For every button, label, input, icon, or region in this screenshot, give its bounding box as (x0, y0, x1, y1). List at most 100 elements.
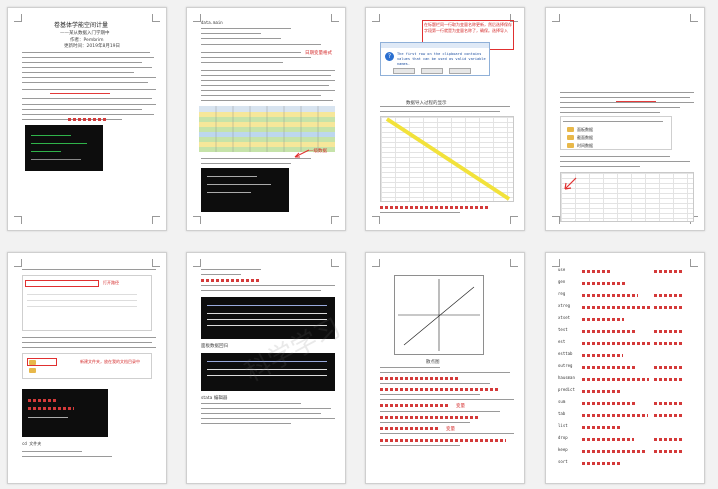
text-line (380, 111, 500, 112)
code-line: drop (558, 435, 698, 445)
crop-mark (690, 259, 698, 267)
explorer-item: 截面数据 (577, 135, 593, 140)
code-line: gen (558, 279, 698, 289)
dialog-button[interactable] (421, 68, 443, 74)
diagonal-highlight (385, 117, 511, 201)
text-line (380, 394, 480, 395)
underline-wavy (380, 388, 500, 391)
text-line (22, 52, 150, 53)
code-line: sort (558, 459, 698, 469)
underline-wavy (28, 399, 58, 402)
underline-wavy (582, 402, 635, 405)
import-confirm-dialog[interactable]: ? The first row on the clipboard contain… (380, 42, 490, 76)
annotation-label: 变量 (446, 427, 455, 432)
annotation-label: 变量 (456, 404, 465, 409)
underline-wavy (654, 306, 684, 309)
underline-wavy (654, 270, 684, 273)
text-line (380, 422, 470, 423)
document-page-4[interactable]: 面板数据 截面数据 时间数据 (545, 7, 705, 231)
figure-caption: 散点图 (426, 360, 440, 365)
text-line (380, 445, 460, 446)
document-page-2[interactable]: data.main 日期变量格式 一级数据 (186, 7, 346, 231)
document-page-8[interactable]: use gen reg xtreg xtset test est esttab outreg ha… (545, 252, 705, 484)
underline-wavy (380, 377, 460, 380)
crop-mark (372, 259, 380, 267)
folder-highlight (27, 358, 57, 366)
underline-wavy (380, 439, 506, 442)
code-keyword: esttab (558, 351, 573, 356)
code-keyword: drop (558, 435, 568, 440)
underline-wavy (582, 342, 650, 345)
text-line (201, 90, 335, 91)
crop-mark (372, 14, 380, 22)
text-line (201, 423, 291, 424)
underline-wavy (201, 279, 261, 282)
crop-mark (552, 14, 560, 22)
explorer-item: 时间数据 (577, 143, 593, 148)
terminal-line (31, 135, 71, 136)
code-line: predict (558, 387, 698, 397)
text-line (201, 85, 329, 86)
underline-wavy (380, 416, 480, 419)
dialog-button[interactable] (393, 68, 415, 74)
underline-wavy (380, 404, 450, 407)
explorer-row (27, 294, 137, 295)
terminal-line (207, 305, 327, 306)
annotation-label: 新建文件夹，放在我的文档目录中 (80, 359, 140, 364)
underline-wavy (582, 330, 637, 333)
text-line (560, 112, 660, 113)
highlight-line (616, 101, 656, 102)
underline-wavy (654, 378, 684, 381)
code-keyword: test (558, 327, 568, 332)
text-line (560, 107, 680, 108)
folder-icon (567, 143, 574, 148)
text-line (201, 62, 283, 63)
text-line (201, 57, 311, 58)
crop-mark (331, 216, 339, 224)
underline-wavy (582, 378, 649, 381)
underline-wavy (654, 366, 684, 369)
text-line (201, 95, 321, 96)
document-page-7[interactable]: 散点图 变量 变量 (365, 252, 525, 484)
text-line (22, 57, 154, 58)
underline-wavy (654, 438, 684, 441)
underline-wavy (654, 330, 684, 333)
text-line (201, 403, 301, 404)
annotation-label: 一级数据 (309, 149, 327, 154)
text-line (560, 97, 690, 98)
text-line (201, 274, 241, 275)
underline-wavy (68, 118, 108, 121)
terminal-line (207, 313, 327, 314)
document-page-3[interactable]: 在标题栏同一行取为变量名称更新，然后选择保存字段第一行就是为变量名称了，确保。选… (365, 7, 525, 231)
document-page-5[interactable]: 打开路径 新建文件夹，放在我的文档目录中 cd 文件夹 (7, 252, 167, 484)
underline-wavy (582, 438, 634, 441)
text-line (380, 372, 510, 373)
text-line (22, 62, 142, 63)
crop-mark (152, 14, 160, 22)
code-line: tab (558, 411, 698, 421)
terminal-caption: cd 文件夹 (22, 441, 42, 446)
text-line (201, 413, 321, 414)
document-page-1[interactable]: 卷基体学能空间计量 ——某从数据入门学期中 作者：Pembrim 更新时间：20… (7, 7, 167, 231)
text-line (22, 451, 82, 452)
dialog-button[interactable] (449, 68, 471, 74)
underline-wavy (582, 462, 620, 465)
text-line (380, 367, 440, 368)
terminal-line (207, 192, 251, 193)
folder-icon (567, 127, 574, 132)
code-line: est (558, 339, 698, 349)
text-line (22, 114, 154, 115)
code-keyword: est (558, 339, 566, 344)
underline-wavy (654, 450, 684, 453)
folder-icon (567, 135, 574, 140)
text-line (560, 166, 640, 167)
crop-mark (372, 216, 380, 224)
underline-wavy (654, 402, 684, 405)
arrow-icon (294, 149, 310, 158)
text-line (380, 399, 514, 400)
text-line (201, 418, 335, 419)
terminal-line (31, 159, 81, 160)
underline-wavy (582, 366, 636, 369)
code-keyword: sort (558, 459, 568, 464)
underline-wavy (582, 426, 621, 429)
